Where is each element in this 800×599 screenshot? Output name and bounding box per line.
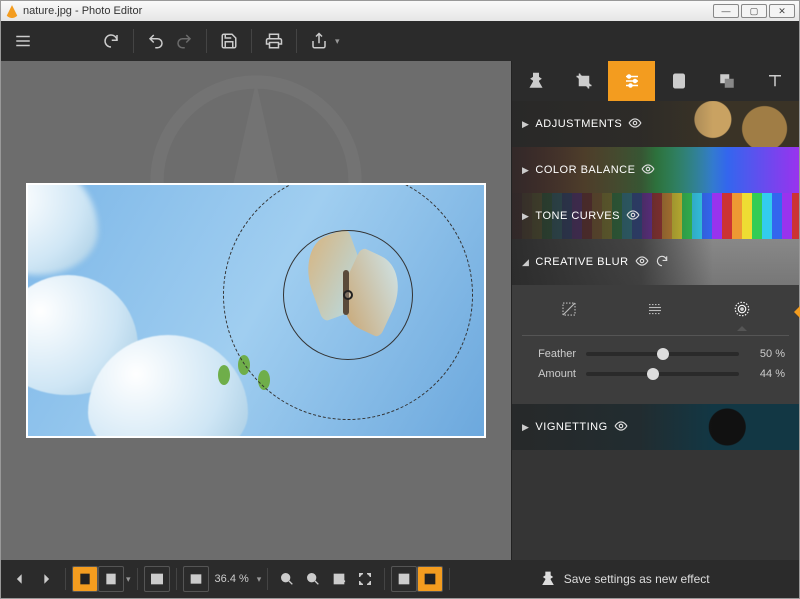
section-adjustments[interactable]: ▶ ADJUSTMENTS xyxy=(512,101,799,147)
save-as-effect-button[interactable]: Save settings as new effect xyxy=(456,571,793,587)
window-title: nature.jpg - Photo Editor xyxy=(23,5,142,17)
next-image-button[interactable] xyxy=(33,566,59,592)
close-button[interactable]: ✕ xyxy=(769,4,795,18)
split-view-button[interactable] xyxy=(144,566,170,592)
panel-collapse-handle[interactable] xyxy=(788,306,800,318)
redo-button[interactable] xyxy=(170,27,198,55)
feather-value: 50 % xyxy=(739,348,785,360)
menu-button[interactable] xyxy=(9,27,37,55)
compare-view-button[interactable] xyxy=(98,566,124,592)
amount-slider[interactable] xyxy=(586,372,739,376)
image-preview[interactable] xyxy=(26,183,486,438)
tab-retouch[interactable] xyxy=(655,61,703,101)
section-color-balance[interactable]: ▶ COLOR BALANCE xyxy=(512,147,799,193)
zoom-level: 36.4 % xyxy=(209,573,255,585)
side-panel: ▶ ADJUSTMENTS ▶ COLOR BALANCE ▶ TONE CUR… xyxy=(511,61,799,560)
blur-mode-radial[interactable] xyxy=(718,295,766,323)
print-button[interactable] xyxy=(260,27,288,55)
visibility-icon[interactable] xyxy=(641,162,655,179)
maximize-button[interactable]: ▢ xyxy=(741,4,767,18)
panel-tabstrip xyxy=(512,61,799,101)
amount-label: Amount xyxy=(526,368,586,380)
blur-center-handle[interactable] xyxy=(343,290,353,300)
tab-overlay[interactable] xyxy=(703,61,751,101)
feather-label: Feather xyxy=(526,348,586,360)
visibility-icon[interactable] xyxy=(628,116,642,133)
compare-dropdown-icon[interactable]: ▾ xyxy=(126,574,131,585)
section-tone-curves[interactable]: ▶ TONE CURVES xyxy=(512,193,799,239)
undo-button[interactable] xyxy=(142,27,170,55)
save-as-effect-label: Save settings as new effect xyxy=(564,572,710,586)
visibility-icon[interactable] xyxy=(626,208,640,225)
minimize-button[interactable]: — xyxy=(713,4,739,18)
section-label: TONE CURVES xyxy=(535,210,620,222)
apply-button[interactable] xyxy=(417,566,443,592)
svg-text:1:1: 1:1 xyxy=(337,578,346,584)
zoom-in-button[interactable] xyxy=(300,566,326,592)
single-view-button[interactable] xyxy=(72,566,98,592)
app-logo-icon xyxy=(5,4,19,18)
fullscreen-button[interactable] xyxy=(352,566,378,592)
tab-effects[interactable] xyxy=(512,61,560,101)
section-label: VIGNETTING xyxy=(535,421,607,433)
blur-mode-none[interactable] xyxy=(545,295,593,323)
chevron-right-icon: ▶ xyxy=(522,422,529,433)
blur-mode-linear[interactable] xyxy=(631,295,679,323)
prev-image-button[interactable] xyxy=(7,566,33,592)
canvas-area[interactable] xyxy=(1,61,511,560)
section-creative-blur[interactable]: ◢ CREATIVE BLUR xyxy=(512,239,799,285)
section-label: ADJUSTMENTS xyxy=(535,118,622,130)
visibility-icon[interactable] xyxy=(614,419,628,436)
fit-screen-button[interactable] xyxy=(183,566,209,592)
chevron-right-icon: ▶ xyxy=(522,165,529,176)
share-button[interactable] xyxy=(305,27,333,55)
chevron-right-icon: ▶ xyxy=(522,211,529,222)
actual-size-button[interactable]: 1:1 xyxy=(326,566,352,592)
section-vignetting[interactable]: ▶ VIGNETTING xyxy=(512,404,799,450)
chevron-down-icon: ◢ xyxy=(522,257,529,268)
amount-value: 44 % xyxy=(739,368,785,380)
top-toolbar: ▾ xyxy=(1,21,799,61)
bottom-toolbar: ▾ 36.4 % ▾ 1:1 Save settings as new effe… xyxy=(1,560,799,598)
title-bar: nature.jpg - Photo Editor — ▢ ✕ xyxy=(1,1,799,21)
section-label: COLOR BALANCE xyxy=(535,164,635,176)
chevron-right-icon: ▶ xyxy=(522,119,529,130)
visibility-icon[interactable] xyxy=(635,254,649,271)
tab-text[interactable] xyxy=(751,61,799,101)
share-dropdown-icon[interactable]: ▾ xyxy=(335,36,340,47)
tab-crop[interactable] xyxy=(560,61,608,101)
feather-slider[interactable] xyxy=(586,352,739,356)
creative-blur-body: Feather 50 % Amount 44 % xyxy=(512,285,799,404)
save-button[interactable] xyxy=(215,27,243,55)
reset-icon[interactable] xyxy=(655,254,669,271)
quick-export-button[interactable] xyxy=(391,566,417,592)
tab-adjust[interactable] xyxy=(608,61,656,101)
zoom-dropdown-icon[interactable]: ▾ xyxy=(257,574,262,585)
section-label: CREATIVE BLUR xyxy=(535,256,628,268)
revert-button[interactable] xyxy=(97,27,125,55)
zoom-out-button[interactable] xyxy=(274,566,300,592)
